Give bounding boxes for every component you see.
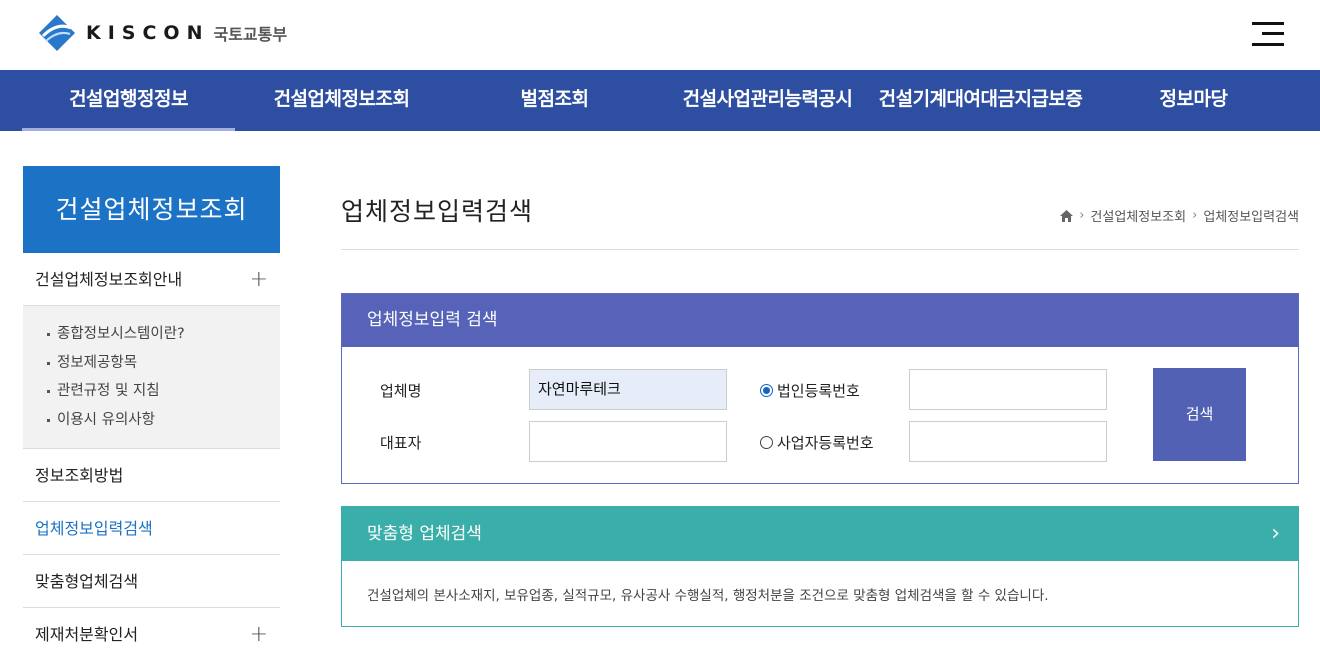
sidebar-item-label: 건설업체정보조회안내 [35,270,183,289]
breadcrumb-separator-icon: › [1079,208,1085,223]
divider [341,249,1299,250]
custom-search-header[interactable]: 맞춤형 업체검색 › [342,507,1298,561]
gnb-item-penalty[interactable]: 벌점조회 [448,70,661,131]
sidebar-item-sanction-cert[interactable]: 제재처분확인서 + [23,608,280,661]
sidebar-item-input-search[interactable]: 업체정보입력검색 [23,502,280,555]
gnb-item-machine-guarantee[interactable]: 건설기계대여대금지급보증 [874,70,1087,131]
chevron-right-icon[interactable]: › [1271,507,1280,561]
sidebar-item-guide[interactable]: 건설업체정보조회안내 + [23,253,280,306]
top-bar: KISCON 국토교통부 [0,0,1320,70]
kiscon-logo-icon [38,14,76,52]
representative-label: 대표자 [380,434,422,452]
sidebar-title: 건설업체정보조회 [23,166,280,253]
submenu-item-system-intro[interactable]: 종합정보시스템이란? [47,320,280,349]
gnb-item-company-info[interactable]: 건설업체정보조회 [235,70,448,131]
corp-number-input[interactable] [909,369,1107,410]
radio-label: 법인등록번호 [777,382,860,400]
home-icon[interactable] [1060,209,1074,222]
gnb-item-admin-info[interactable]: 건설업행정정보 [22,70,235,131]
search-button[interactable]: 검색 [1153,368,1246,461]
logo-subtext: 국토교통부 [213,25,288,44]
page-title: 업체정보입력검색 [341,197,534,226]
sidebar-item-label: 제재처분확인서 [35,625,139,644]
breadcrumb-item[interactable]: 건설업체정보조회 [1090,206,1186,225]
representative-input[interactable] [529,421,727,462]
breadcrumb: › 건설업체정보조회 › 업체정보입력검색 [1060,206,1299,225]
sidebar-submenu: 종합정보시스템이란? 정보제공항목 관련규정 및 지침 이용시 유의사항 [23,306,280,449]
radio-unchecked-icon [760,436,773,449]
radio-biz-number[interactable]: 사업자등록번호 [760,432,874,453]
radio-corp-number[interactable]: 법인등록번호 [760,380,860,401]
biz-number-input[interactable] [909,421,1107,462]
breadcrumb-separator-icon: › [1192,208,1198,223]
submenu-item-regulations[interactable]: 관련규정 및 지침 [47,377,280,406]
submenu-item-notes[interactable]: 이용시 유의사항 [47,406,280,435]
sidebar: 건설업체정보조회 건설업체정보조회안내 + 종합정보시스템이란? 정보제공항목 … [23,166,280,661]
sidebar-item-custom-search[interactable]: 맞춤형업체검색 [23,555,280,608]
plus-icon[interactable]: + [250,253,268,306]
gnb-item-info-plaza[interactable]: 정보마당 [1087,70,1300,131]
breadcrumb-item[interactable]: 업체정보입력검색 [1203,206,1299,225]
custom-search-title: 맞춤형 업체검색 [367,524,482,544]
search-panel-header: 업체정보입력 검색 [342,294,1298,347]
company-name-label: 업체명 [380,382,422,400]
kiscon-logo[interactable]: KISCON 국토교통부 [38,14,287,52]
custom-search-panel: 맞춤형 업체검색 › 건설업체의 본사소재지, 보유업종, 실적규모, 유사공사… [341,506,1299,627]
logo-text: KISCON [86,22,210,44]
plus-icon[interactable]: + [250,608,268,661]
submenu-item-info-items[interactable]: 정보제공항목 [47,349,280,378]
sidebar-item-search-method[interactable]: 정보조회방법 [23,449,280,502]
company-name-input[interactable]: 자연마루테크 [529,369,727,410]
global-nav: 건설업행정정보 건설업체정보조회 벌점조회 건설사업관리능력공시 건설기계대여대… [0,70,1320,131]
menu-icon[interactable] [1252,20,1284,48]
custom-search-description: 건설업체의 본사소재지, 보유업종, 실적규모, 유사공사 수행실적, 행정처분… [367,588,1049,604]
radio-label: 사업자등록번호 [777,434,874,452]
radio-checked-icon [760,384,773,397]
gnb-item-cm-capability[interactable]: 건설사업관리능력공시 [661,70,874,131]
